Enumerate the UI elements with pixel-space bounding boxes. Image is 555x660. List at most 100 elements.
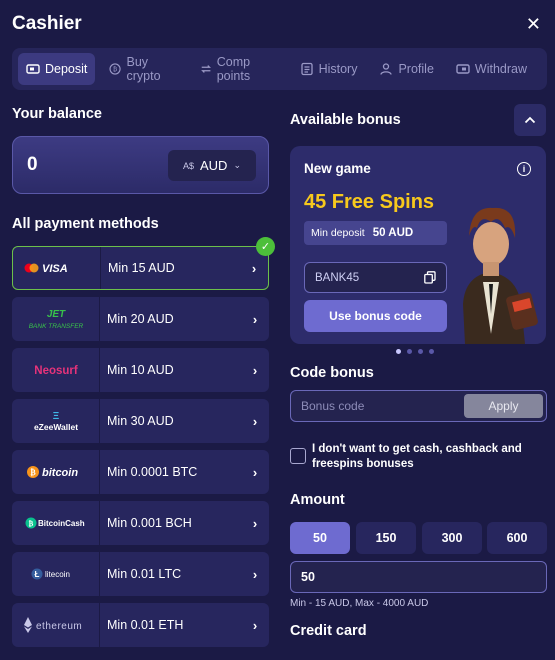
logo-text: Neosurf — [34, 365, 78, 377]
method-min: Min 15 AUD — [108, 261, 175, 275]
logo-text: eZeeWallet — [33, 422, 77, 432]
bonus-code-input[interactable] — [291, 391, 461, 421]
method-min: Min 30 AUD — [107, 414, 174, 428]
logo-text: bitcoin — [42, 467, 78, 479]
jet-bank-transfer-logo: JET BANK TRANSFER — [12, 297, 100, 341]
currency-code: AUD — [200, 158, 228, 173]
chevron-right-icon: › — [252, 413, 258, 429]
payment-method-bitcoin[interactable]: ₿ bitcoin Min 0.0001 BTC › — [12, 450, 269, 494]
copy-icon[interactable] — [424, 271, 436, 284]
bitcoin-coin-icon: ₿ — [109, 63, 122, 75]
user-icon — [380, 63, 393, 75]
payment-method-bitcoincash[interactable]: ₿ BitcoinCash Min 0.001 BCH › — [12, 501, 269, 545]
info-icon[interactable]: i — [517, 162, 531, 176]
tab-withdraw[interactable]: Withdraw — [448, 53, 535, 85]
tab-deposit[interactable]: Deposit — [18, 53, 96, 85]
carousel-dot[interactable] — [429, 349, 434, 354]
logo-text: VISA — [42, 263, 68, 275]
currency-symbol: A$ — [182, 160, 194, 171]
logo-subtext: BANK TRANSFER — [28, 323, 83, 330]
bonus-offer: 45 Free Spins — [304, 191, 435, 213]
method-min: Min 10 AUD — [107, 363, 174, 377]
bonus-code-field: Apply — [290, 390, 547, 422]
chevron-down-icon: ⌄ — [233, 160, 241, 170]
amount-field — [290, 561, 547, 593]
bonus-card: New game i 45 Free Spins Min deposit 50 … — [290, 146, 546, 344]
svg-text:Ξ: Ξ — [52, 411, 59, 422]
balance-box: 0 A$ AUD ⌄ — [12, 136, 269, 194]
payment-method-ethereum[interactable]: ethereum Min 0.01 ETH › — [12, 603, 269, 647]
payment-method-litecoin[interactable]: Ł litecoin Min 0.01 LTC › — [12, 552, 269, 596]
carousel-dot[interactable] — [418, 349, 423, 354]
logo-text: litecoin — [45, 570, 70, 579]
code-bonus-heading: Code bonus — [290, 365, 374, 381]
available-bonus-heading: Available bonus — [290, 112, 401, 128]
amount-preset-button[interactable]: 600 — [487, 522, 547, 554]
chevron-right-icon: › — [252, 515, 258, 531]
history-icon — [300, 62, 313, 76]
carousel-dot[interactable] — [396, 349, 401, 354]
svg-text:₿: ₿ — [30, 467, 36, 477]
tab-comp-points[interactable]: Comp points — [192, 53, 286, 85]
amount-heading: Amount — [290, 492, 345, 508]
min-deposit-value: 50 AUD — [372, 227, 414, 239]
chevron-right-icon: › — [252, 617, 258, 633]
selected-check-icon: ✓ — [256, 237, 275, 256]
tab-profile[interactable]: Profile — [371, 53, 441, 85]
svg-text:₿: ₿ — [28, 520, 33, 528]
close-icon[interactable]: ✕ — [526, 14, 541, 35]
tab-label: Deposit — [45, 62, 88, 76]
chevron-up-icon — [524, 116, 536, 124]
tab-buy-crypto[interactable]: ₿ Buy crypto — [101, 53, 185, 85]
bonus-card-title: New game — [304, 161, 371, 176]
chevron-right-icon: › — [252, 566, 258, 582]
min-deposit-badge: Min deposit 50 AUD — [304, 221, 447, 245]
page-title: Cashier — [12, 13, 82, 34]
opt-out-checkbox[interactable] — [290, 448, 306, 464]
payment-method-neosurf[interactable]: Neosurf Min 10 AUD › — [12, 348, 269, 392]
chevron-right-icon: › — [251, 260, 257, 276]
payment-methods-heading: All payment methods — [12, 216, 159, 232]
tab-label: Comp points — [216, 55, 251, 83]
opt-out-label: I don't want to get cash, cashback and f… — [312, 443, 522, 470]
tab-history[interactable]: History — [292, 53, 366, 85]
neosurf-logo: Neosurf — [12, 348, 100, 392]
chevron-right-icon: › — [252, 311, 258, 327]
collapse-bonus-button[interactable] — [514, 104, 546, 136]
credit-card-heading: Credit card — [290, 623, 367, 639]
currency-select[interactable]: A$ AUD ⌄ — [168, 150, 256, 181]
game-character-illustration — [463, 207, 538, 344]
deposit-icon — [26, 64, 40, 74]
exchange-icon — [200, 65, 211, 73]
amount-limits: Min - 15 AUD, Max - 4000 AUD — [290, 598, 429, 609]
payment-method-jet[interactable]: JET BANK TRANSFER Min 20 AUD › — [12, 297, 269, 341]
amount-preset-button[interactable]: 300 — [422, 522, 482, 554]
svg-text:Ł: Ł — [34, 570, 39, 579]
method-min: Min 0.0001 BTC — [107, 465, 198, 479]
payment-method-card[interactable]: VISA Min 15 AUD › — [12, 246, 269, 290]
balance-value: 0 — [27, 154, 38, 175]
amount-input[interactable] — [291, 562, 546, 592]
bitcoincash-logo: ₿ BitcoinCash — [12, 501, 100, 545]
use-bonus-code-button[interactable]: Use bonus code — [304, 300, 447, 332]
bonus-code: BANK45 — [315, 271, 360, 284]
svg-text:₿: ₿ — [113, 65, 118, 73]
tab-label: History — [318, 62, 358, 76]
logo-text: ethereum — [36, 621, 82, 632]
logo-text: BitcoinCash — [38, 519, 85, 528]
ezeewallet-logo: Ξ eZeeWallet — [12, 399, 100, 443]
ethereum-logo: ethereum — [12, 603, 100, 647]
min-deposit-label: Min deposit — [311, 227, 365, 239]
method-min: Min 0.01 ETH — [107, 618, 184, 632]
balance-heading: Your balance — [12, 106, 102, 122]
amount-preset-button[interactable]: 50 — [290, 522, 350, 554]
apply-button[interactable]: Apply — [464, 394, 543, 418]
amount-preset-button[interactable]: 150 — [356, 522, 416, 554]
tab-label: Buy crypto — [126, 55, 161, 83]
carousel-dots — [396, 349, 434, 354]
payment-method-ezeewallet[interactable]: Ξ eZeeWallet Min 30 AUD › — [12, 399, 269, 443]
method-min: Min 20 AUD — [107, 312, 174, 326]
carousel-dot[interactable] — [407, 349, 412, 354]
cashier-tabs: Deposit ₿ Buy crypto Comp points History… — [12, 48, 547, 90]
method-min: Min 0.01 LTC — [107, 567, 182, 581]
